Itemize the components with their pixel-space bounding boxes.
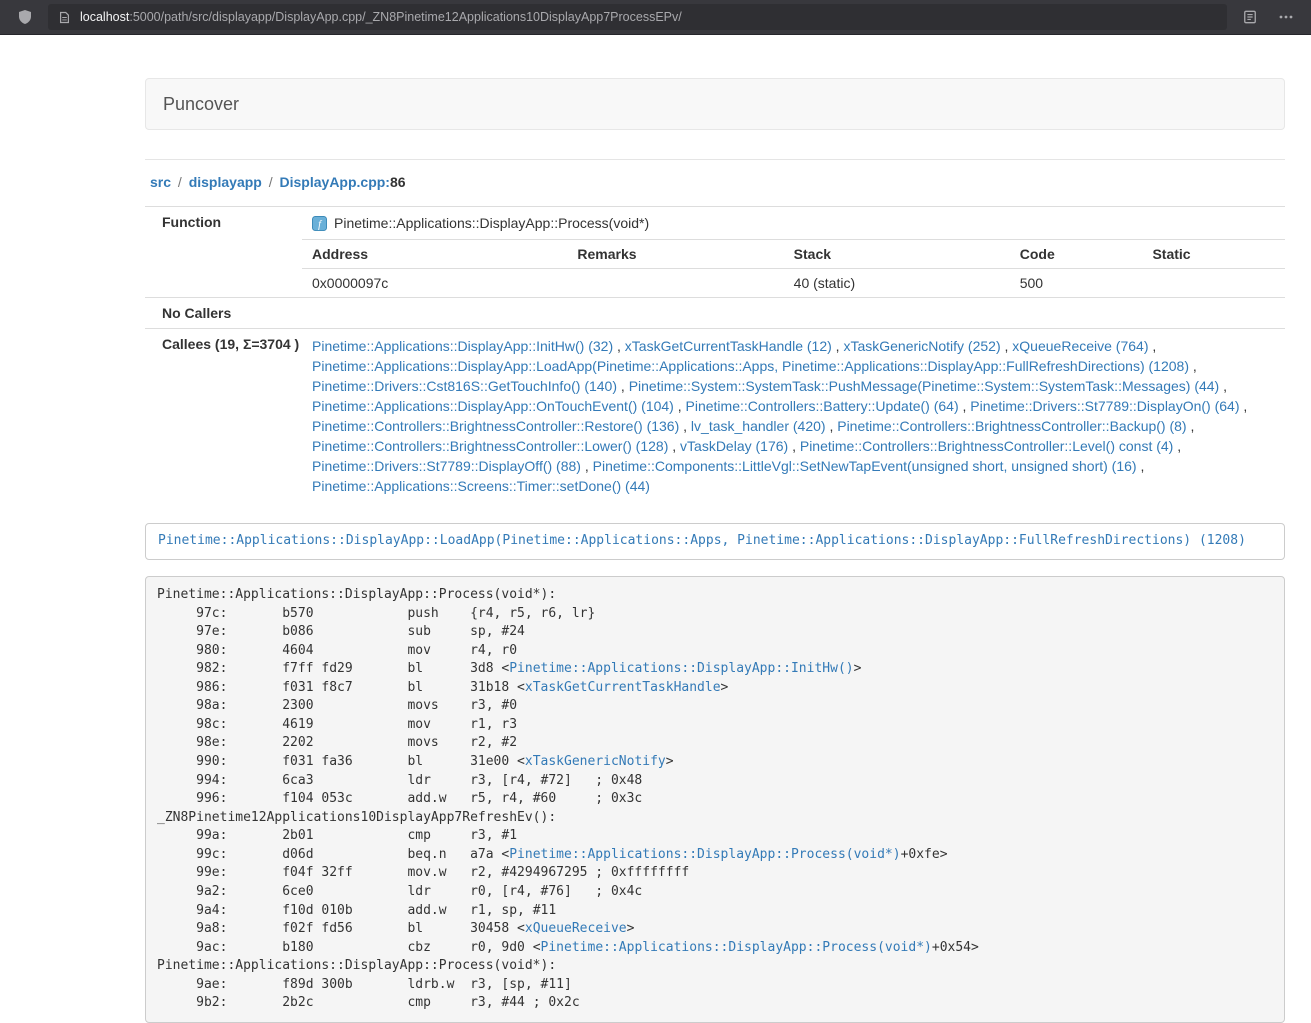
stats-header-row: AddressRemarksStackCodeStatic xyxy=(302,240,1285,269)
stats-table: AddressRemarksStackCodeStatic 0x0000097c… xyxy=(302,239,1285,297)
url-host: localhost xyxy=(80,10,129,24)
disassembly-block: Pinetime::Applications::DisplayApp::Proc… xyxy=(145,576,1285,1023)
function-icon-glyph: f xyxy=(312,216,327,231)
function-cell: f Pinetime::Applications::DisplayApp::Pr… xyxy=(302,207,1285,298)
function-row: Function f Pinetime::Applications::Displ… xyxy=(145,207,1285,298)
disasm-symbol-link[interactable]: xTaskGenericNotify xyxy=(525,754,666,769)
reader-view-icon-glyph xyxy=(1243,10,1257,24)
breadcrumb: src / displayapp / DisplayApp.cpp:86 xyxy=(150,174,1285,190)
reader-view-icon[interactable] xyxy=(1237,4,1263,30)
url-text: localhost:5000/path/src/displayapp/Displ… xyxy=(80,10,682,24)
no-callers-label: No Callers xyxy=(145,298,302,329)
page-info-icon-glyph xyxy=(58,11,71,24)
stats-header: Static xyxy=(1142,240,1285,269)
callee-link[interactable]: Pinetime::Controllers::BrightnessControl… xyxy=(312,438,668,454)
page-actions-icon[interactable] xyxy=(1273,4,1299,30)
callee-link[interactable]: Pinetime::Controllers::Battery::Update()… xyxy=(686,398,959,414)
stats-value xyxy=(567,269,783,298)
stats-header: Stack xyxy=(784,240,1010,269)
callee-link[interactable]: Pinetime::Drivers::St7789::DisplayOn() (… xyxy=(970,398,1239,414)
breadcrumb-link[interactable]: src xyxy=(150,174,171,190)
disasm-symbol-link[interactable]: xTaskGetCurrentTaskHandle xyxy=(525,680,721,695)
navbar: Puncover xyxy=(145,78,1285,130)
callee-link[interactable]: Pinetime::System::SystemTask::PushMessag… xyxy=(629,378,1220,394)
stats-value: 0x0000097c xyxy=(302,269,567,298)
callee-link[interactable]: Pinetime::Controllers::BrightnessControl… xyxy=(800,438,1173,454)
callees-row: Callees (19, Σ=3704 ) Pinetime::Applicat… xyxy=(145,329,1285,504)
breadcrumb-separator: / xyxy=(171,174,189,190)
brand-link[interactable]: Puncover xyxy=(163,94,239,115)
callee-link[interactable]: Pinetime::Applications::DisplayApp::Init… xyxy=(312,338,613,354)
disasm-symbol-link[interactable]: xQueueReceive xyxy=(525,921,627,936)
callee-link[interactable]: xTaskGetCurrentTaskHandle (12) xyxy=(625,338,832,354)
callee-link[interactable]: Pinetime::Drivers::Cst816S::GetTouchInfo… xyxy=(312,378,617,394)
function-label: Function xyxy=(145,207,302,298)
disasm-symbol-link[interactable]: Pinetime::Applications::DisplayApp::Proc… xyxy=(509,847,900,862)
browser-toolbar: localhost:5000/path/src/displayapp/Displ… xyxy=(0,0,1311,35)
function-name: Pinetime::Applications::DisplayApp::Proc… xyxy=(334,215,649,231)
callee-link[interactable]: vTaskDelay (176) xyxy=(680,438,788,454)
disasm-symbol-link[interactable]: Pinetime::Applications::DisplayApp::Init… xyxy=(509,661,853,676)
page-content: Puncover src / displayapp / DisplayApp.c… xyxy=(145,78,1285,1023)
breadcrumb-link[interactable]: displayapp xyxy=(189,174,262,190)
breadcrumb-separator: / xyxy=(262,174,280,190)
stats-value xyxy=(1142,269,1285,298)
highlighted-callee-box: Pinetime::Applications::DisplayApp::Load… xyxy=(145,523,1285,560)
function-signature-line: f Pinetime::Applications::DisplayApp::Pr… xyxy=(302,207,1285,239)
callee-link[interactable]: Pinetime::Controllers::BrightnessControl… xyxy=(837,418,1186,434)
highlighted-callee-link[interactable]: Pinetime::Applications::DisplayApp::Load… xyxy=(158,533,1246,548)
callee-link[interactable]: Pinetime::Applications::DisplayApp::OnTo… xyxy=(312,398,674,414)
url-bar[interactable]: localhost:5000/path/src/displayapp/Displ… xyxy=(48,4,1227,30)
stats-header: Code xyxy=(1010,240,1143,269)
stats-value: 500 xyxy=(1010,269,1143,298)
callee-link[interactable]: xTaskGenericNotify (252) xyxy=(843,338,1000,354)
breadcrumb-link[interactable]: DisplayApp.cpp: xyxy=(280,174,390,190)
stats-value: 40 (static) xyxy=(784,269,1010,298)
callee-link[interactable]: Pinetime::Drivers::St7789::DisplayOff() … xyxy=(312,458,581,474)
callees-label: Callees (19, Σ=3704 ) xyxy=(145,329,302,504)
callee-link[interactable]: Pinetime::Applications::DisplayApp::Load… xyxy=(312,358,1189,374)
no-callers-row: No Callers xyxy=(145,298,1285,329)
stats-header: Remarks xyxy=(567,240,783,269)
url-path: :5000/path/src/displayapp/DisplayApp.cpp… xyxy=(129,10,681,24)
disasm-symbol-link[interactable]: Pinetime::Applications::DisplayApp::Proc… xyxy=(541,940,932,955)
page-actions-icon-glyph xyxy=(1278,9,1294,25)
callee-link[interactable]: xQueueReceive (764) xyxy=(1012,338,1148,354)
breadcrumb-line-number: 86 xyxy=(390,174,406,190)
page-info-icon[interactable] xyxy=(58,11,71,24)
divider xyxy=(145,159,1285,160)
no-callers-cell xyxy=(302,298,1285,329)
shield-icon-glyph xyxy=(17,9,33,25)
callee-link[interactable]: Pinetime::Applications::Screens::Timer::… xyxy=(312,478,650,494)
callee-link[interactable]: Pinetime::Components::LittleVgl::SetNewT… xyxy=(593,458,1137,474)
function-icon: f xyxy=(312,216,327,231)
stats-header: Address xyxy=(302,240,567,269)
callee-link[interactable]: Pinetime::Controllers::BrightnessControl… xyxy=(312,418,679,434)
callee-link[interactable]: lv_task_handler (420) xyxy=(691,418,826,434)
symbol-table: Function f Pinetime::Applications::Displ… xyxy=(145,206,1285,503)
stats-data-row: 0x0000097c 40 (static)500 xyxy=(302,269,1285,298)
shield-icon[interactable] xyxy=(12,4,38,30)
callees-list: Pinetime::Applications::DisplayApp::Init… xyxy=(302,329,1285,504)
